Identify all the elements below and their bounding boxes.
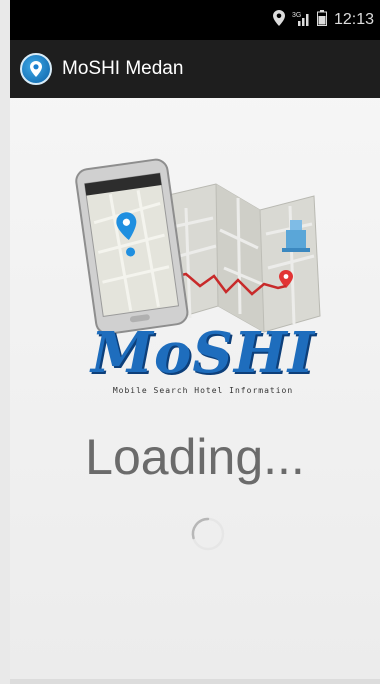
signal-icon: 3G xyxy=(292,10,310,31)
bottom-edge xyxy=(10,679,380,684)
status-time: 12:13 xyxy=(333,11,374,28)
brand-subtitle: Mobile Search Hotel Information xyxy=(112,386,294,395)
svg-text:3G: 3G xyxy=(292,12,301,19)
left-edge xyxy=(0,0,10,684)
location-icon xyxy=(272,9,285,31)
app-screen: 3G 12:13 MoSHI Medan MoSHI Mobile Search… xyxy=(10,0,380,684)
loading-text: Loading... xyxy=(85,429,305,485)
status-bar: 3G 12:13 xyxy=(10,0,380,40)
moshi-app-icon[interactable] xyxy=(20,53,52,85)
battery-icon xyxy=(316,9,327,31)
loading-spinner-icon xyxy=(188,514,228,554)
action-bar: MoSHI Medan xyxy=(10,40,380,98)
app-title: MoSHI Medan xyxy=(62,58,184,79)
brand-logo-text: MoSHI xyxy=(91,320,315,386)
